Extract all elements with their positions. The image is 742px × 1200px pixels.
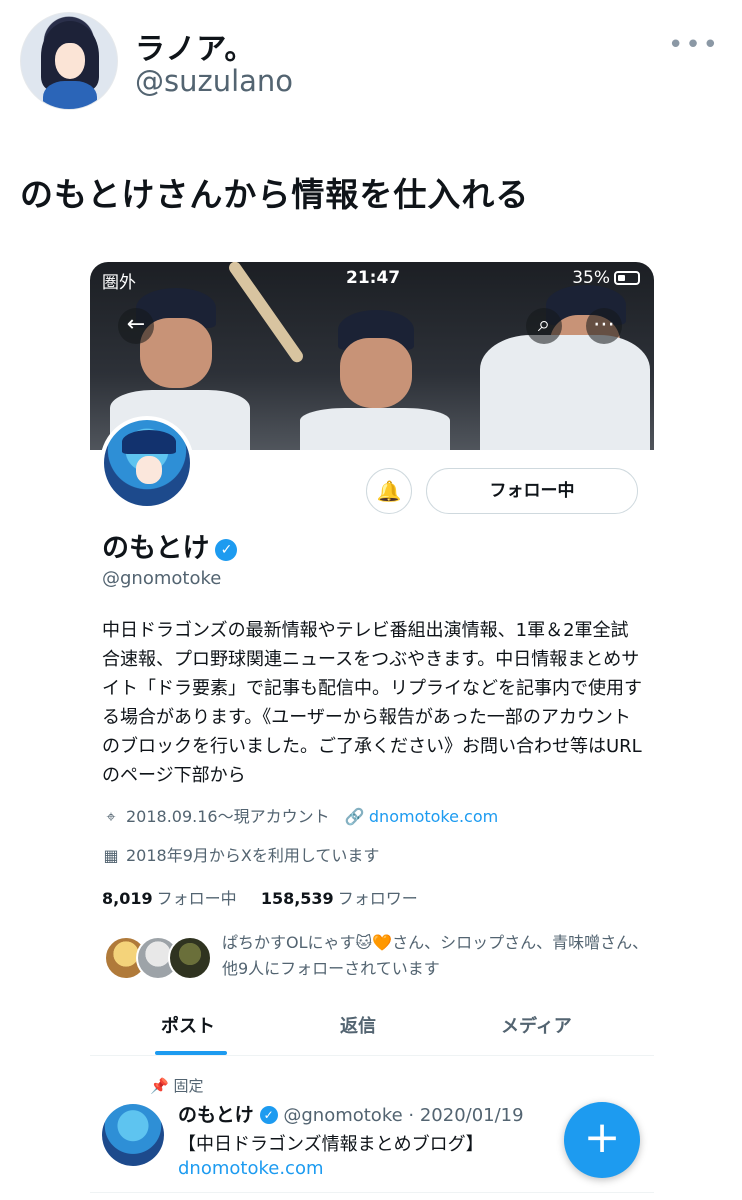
battery-status: 35% — [572, 268, 640, 288]
author-handle[interactable]: @suzulano — [135, 64, 293, 98]
divider — [90, 1192, 654, 1193]
carrier-status: 圏外 — [102, 273, 136, 293]
search-icon[interactable]: ⌕ — [526, 308, 562, 344]
profile-bio: 中日ドラゴンズの最新情報やテレビ番組出演情報、1軍＆2軍全試合速報、プロ野球関連… — [102, 620, 642, 786]
profile-location: 2018.09.16～現アカウント — [126, 807, 330, 826]
profile-joined: 2018年9月からXを利用しています — [126, 846, 380, 865]
profile-meta-row: ⌖ 2018.09.16～現アカウント 🔗 dnomotoke.com — [102, 803, 498, 827]
more-icon[interactable]: ⋯ — [586, 308, 622, 344]
compose-plus-icon[interactable]: + — [564, 1102, 640, 1178]
attached-screenshot[interactable]: 圏外 21:47 35% ← ⌕ ⋯ 🔔 フォロー中 のもとけ ✓ @gnomot… — [90, 262, 654, 1200]
verified-badge-icon: ✓ — [259, 1106, 278, 1124]
post-handle-date: @gnomotoke · 2020/01/19 — [283, 1105, 524, 1126]
follower-avatar — [168, 936, 212, 980]
tab-media[interactable]: メディア — [501, 1012, 572, 1038]
author-name[interactable]: ラノア。 — [135, 24, 255, 68]
status-bar: 圏外 21:47 35% — [90, 262, 654, 294]
profile-joined-row: ▦ 2018年9月からXを利用しています — [102, 842, 379, 866]
verified-badge-icon: ✓ — [215, 539, 238, 561]
active-tab-indicator — [155, 1051, 227, 1055]
post-link[interactable]: dnomotoke.com — [178, 1158, 324, 1179]
post-text: 【中日ドラゴンズ情報まとめブログ】 — [178, 1134, 484, 1155]
author-avatar[interactable] — [20, 12, 118, 110]
following-button[interactable]: フォロー中 — [426, 468, 638, 514]
post-header: のもとけ ✓ @gnomotoke · 2020/01/19 — [178, 1100, 524, 1127]
link-icon: 🔗 — [344, 807, 365, 826]
notification-bell-icon[interactable]: 🔔 — [366, 468, 412, 514]
calendar-icon: ▦ — [103, 846, 119, 865]
profile-avatar[interactable] — [100, 416, 194, 510]
profile-tabs: ポスト 返信 メディア — [90, 1002, 654, 1056]
post-author-name[interactable]: のもとけ — [178, 1104, 254, 1126]
status-time: 21:47 — [346, 268, 401, 288]
followed-by-text: ぱちかすOLにゃす🐱🧡さん、シロップさん、青味噌さん、他9人にフォローされていま… — [222, 933, 649, 978]
profile-handle: @gnomotoke — [102, 568, 222, 589]
tab-replies[interactable]: 返信 — [340, 1012, 376, 1038]
profile-url[interactable]: dnomotoke.com — [369, 807, 498, 826]
pinned-label: 📌 固定 — [150, 1077, 204, 1095]
more-horizontal-icon[interactable]: ••• — [668, 30, 720, 60]
tweet-text: のもとけさんから情報を仕入れる — [20, 175, 530, 214]
followers-count-link[interactable]: 158,539 フォロワー — [261, 889, 418, 908]
back-arrow-icon[interactable]: ← — [118, 308, 154, 344]
post-avatar[interactable] — [102, 1104, 164, 1166]
following-count-link[interactable]: 8,019 フォロー中 — [102, 889, 237, 908]
tab-posts[interactable]: ポスト — [161, 1012, 215, 1038]
profile-banner: 圏外 21:47 35% ← ⌕ ⋯ — [90, 262, 654, 450]
location-pin-icon: ⌖ — [106, 807, 116, 826]
battery-icon — [614, 271, 640, 285]
followed-by-row[interactable]: ぱちかすOLにゃす🐱🧡さん、シロップさん、青味噌さん、他9人にフォローされていま… — [102, 930, 648, 982]
pin-icon: 📌 — [150, 1077, 169, 1095]
profile-name: のもとけ ✓ — [102, 526, 238, 565]
follow-counts: 8,019 フォロー中 158,539 フォロワー — [102, 885, 418, 909]
